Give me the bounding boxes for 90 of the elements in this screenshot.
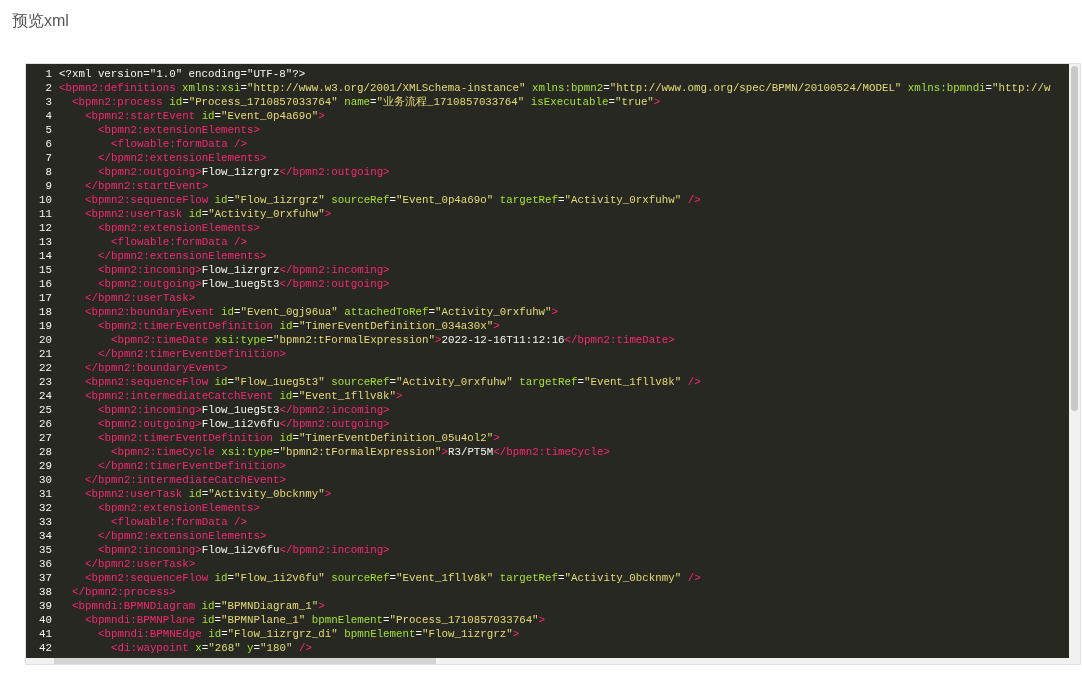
code-line: </bpmn2:userTask> [85,558,196,570]
code-line: <bpmn2:extensionElements> [98,502,260,514]
code-line: <bpmn2:timerEventDefinition id="TimerEventDefinition_034a30x"> [98,320,500,332]
line-number: 38 [38,585,52,599]
code-line: <bpmn2:sequenceFlow id="Flow_1i2v6fu" sourceRef="Event_1fllv8k" targetRef="Activity_0bcknmy" /> [85,572,701,584]
scrollbar-thumb[interactable] [1071,66,1078,411]
line-number: 30 [38,473,52,487]
code-line: </bpmn2:intermediateCatchEvent> [85,474,286,486]
code-line: <bpmn2:extensionElements> [98,124,260,136]
line-number: 13 [38,235,52,249]
code-line: <bpmndi:BPMNPlane id="BPMNPlane_1" bpmnElement="Process_1710857033764"> [85,614,546,626]
line-number: 35 [38,543,52,557]
code-line: </bpmn2:timerEventDefinition> [98,460,286,472]
code-line: </bpmn2:extensionElements> [98,530,267,542]
line-number: 40 [38,613,52,627]
code-line: <bpmn2:outgoing>Flow_1i2v6fu</bpmn2:outgoing> [98,418,390,430]
code-line: </bpmn2:boundaryEvent> [85,362,228,374]
code-line: <flowable:formData /> [111,138,248,150]
code-line: <di:waypoint x="268" y="180" /> [111,642,312,654]
code-line: <bpmn2:incoming>Flow_1i2v6fu</bpmn2:incoming> [98,544,390,556]
line-number: 42 [38,641,52,655]
line-number: 27 [38,431,52,445]
code-line: <bpmndi:BPMNDiagram id="BPMNDiagram_1"> [72,600,325,612]
code-line: <bpmn2:startEvent id="Event_0p4a69o"> [85,110,325,122]
code-line: <bpmn2:userTask id="Activity_0rxfuhw"> [85,208,332,220]
line-number: 34 [38,529,52,543]
line-number: 16 [38,277,52,291]
line-number: 19 [38,319,52,333]
line-number: 25 [38,403,52,417]
code-line: <bpmn2:timeCycle xsi:type="bpmn2:tFormalExpression">R3/PT5M</bpmn2:timeCycle> [111,446,610,458]
line-number: 6 [44,137,52,151]
line-number: 23 [38,375,52,389]
line-number: 29 [38,459,52,473]
line-number: 14 [38,249,52,263]
code-line: <?xml version="1.0" encoding="UTF-8"?> [59,68,306,80]
code-line: <bpmn2:userTask id="Activity_0bcknmy"> [85,488,332,500]
line-number: 24 [38,389,52,403]
line-number: 31 [38,487,52,501]
line-number: 4 [44,109,52,123]
code-line: <bpmn2:incoming>Flow_1izrgrz</bpmn2:incoming> [98,264,390,276]
line-number: 9 [44,179,52,193]
line-number: 37 [38,571,52,585]
code-line: <bpmn2:definitions xmlns:xsi="http://www.w3.org/2001/XMLSchema-instance" xmlns:bpmn2="http://www.omg.org/spec/BPMN/20100524/MODEL" xmlns:bpmndi="http://w [59,82,1051,94]
code-line: </bpmn2:timerEventDefinition> [98,348,286,360]
line-number: 12 [38,221,52,235]
code-line: <bpmn2:sequenceFlow id="Flow_1ueg5t3" sourceRef="Activity_0rxfuhw" targetRef="Event_1fllv8k" /> [85,376,701,388]
line-number: 11 [38,207,52,221]
line-number: 7 [44,151,52,165]
code-line: <flowable:formData /> [111,516,248,528]
line-number: 18 [38,305,52,319]
line-number: 33 [38,515,52,529]
code-line: </bpmn2:process> [72,586,176,598]
code-line: <bpmn2:outgoing>Flow_1izrgrz</bpmn2:outgoing> [98,166,390,178]
line-number: 26 [38,417,52,431]
line-number: 3 [44,95,52,109]
line-number: 22 [38,361,52,375]
code-line: <flowable:formData /> [111,236,248,248]
code-line: </bpmn2:extensionElements> [98,152,267,164]
code-line: </bpmn2:startEvent> [85,180,209,192]
code-line: <bpmn2:timerEventDefinition id="TimerEventDefinition_05u4ol2"> [98,432,500,444]
code-line: <bpmn2:boundaryEvent id="Event_0gj96ua" attachedToRef="Activity_0rxfuhw"> [85,306,559,318]
code-line: <bpmn2:incoming>Flow_1ueg5t3</bpmn2:incoming> [98,404,390,416]
code-line: <bpmn2:intermediateCatchEvent id="Event_1fllv8k"> [85,390,403,402]
code-line: <bpmn2:process id="Process_1710857033764" name="业务流程_1710857033764" isExecutable="true"> [72,96,661,108]
line-number: 41 [38,627,52,641]
page-title: 预览xml [12,11,69,31]
line-number: 21 [38,347,52,361]
line-number: 5 [44,123,52,137]
line-number: 10 [38,193,52,207]
scrollbar-thumb[interactable] [54,658,436,664]
line-number: 39 [38,599,52,613]
code-line: </bpmn2:userTask> [85,292,196,304]
line-number: 17 [38,291,52,305]
code-line: </bpmn2:extensionElements> [98,250,267,262]
code-line: <bpmn2:sequenceFlow id="Flow_1izrgrz" sourceRef="Event_0p4a69o" targetRef="Activity_0rxfuhw" /> [85,194,701,206]
code-line: <bpmndi:BPMNEdge id="Flow_1izrgrz_di" bpmnElement="Flow_1izrgrz"> [98,628,520,640]
horizontal-scrollbar[interactable] [26,658,1069,664]
vertical-scrollbar[interactable] [1069,64,1080,664]
line-number: 8 [44,165,52,179]
line-number: 36 [38,557,52,571]
line-number: 28 [38,445,52,459]
line-number: 20 [38,333,52,347]
code-line: <bpmn2:outgoing>Flow_1ueg5t3</bpmn2:outgoing> [98,278,390,290]
line-number: 2 [44,81,52,95]
code-editor[interactable] [26,64,1069,664]
line-number: 32 [38,501,52,515]
code-line: <bpmn2:extensionElements> [98,222,260,234]
code-line: <bpmn2:timeDate xsi:type="bpmn2:tFormalExpression">2022-12-16T11:12:16</bpmn2:timeDate> [111,334,675,346]
line-number: 1 [44,67,52,81]
line-number: 15 [38,263,52,277]
